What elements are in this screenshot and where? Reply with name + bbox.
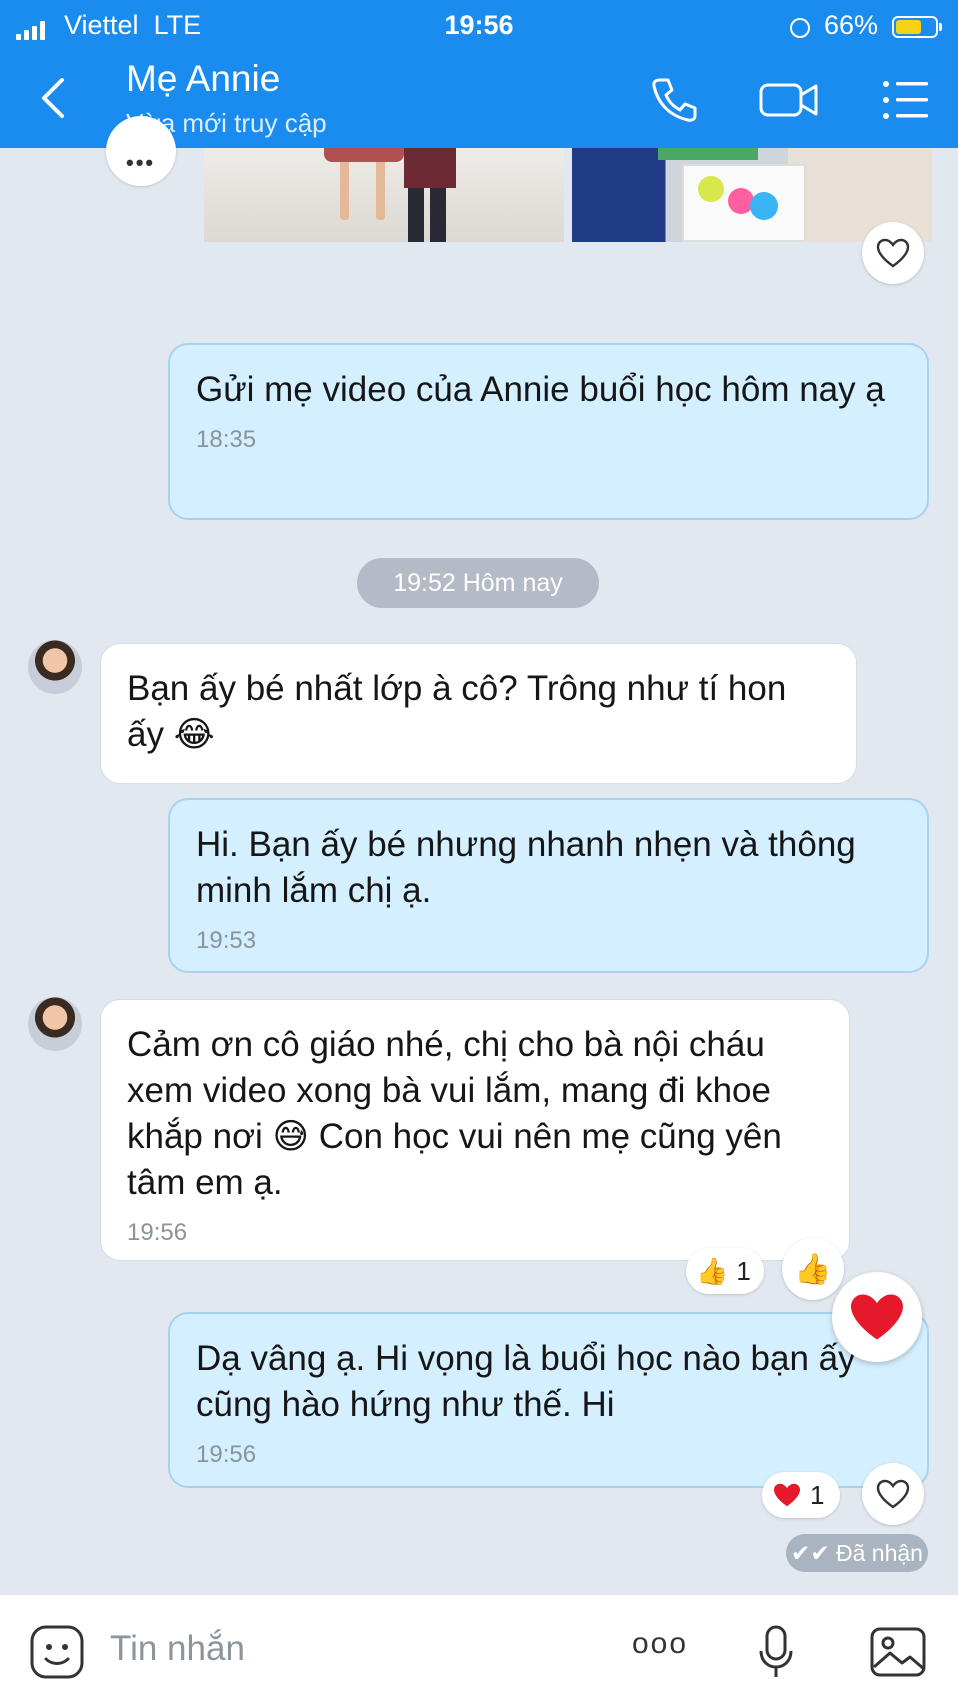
video-call-icon[interactable] [758,74,820,126]
heart-reaction-icon [832,1272,922,1362]
message-time: 19:56 [196,1441,257,1468]
heart-outline-icon [876,1479,910,1509]
reaction-count-value: 1 [810,1479,825,1510]
reaction-count[interactable]: 👍 1 [686,1248,764,1294]
date-separator: 19:52 Hôm nay [357,558,599,608]
photo-thumbnail[interactable] [204,148,564,242]
status-bar: Viettel LTE 19:56 66% [0,6,958,46]
image-icon[interactable] [868,1623,928,1681]
thumbs-up-icon: 👍 [794,1252,832,1286]
double-check-icon: ✔✔ [791,1540,830,1566]
microphone-icon[interactable] [756,1623,796,1683]
incoming-message[interactable]: Bạn ấy bé nhất lớp à cô? Trông như tí ho… [100,643,857,784]
message-input[interactable]: Tin nhắn [110,1629,245,1669]
back-icon[interactable] [32,76,76,120]
thumbs-up-icon: 👍 [696,1255,729,1286]
react-like-button[interactable]: 👍 [782,1238,844,1300]
message-time: 19:56 [127,1219,188,1246]
contact-name[interactable]: Mẹ Annie [126,58,280,100]
reaction-count[interactable]: 1 [762,1472,840,1518]
delivery-status-label: Đã nhận [835,1540,923,1566]
outgoing-message[interactable]: Dạ vâng ạ. Hi vọng là buổi học nào bạn ấ… [168,1312,929,1488]
outgoing-message[interactable]: Gửi mẹ video của Annie buổi học hôm nay … [168,343,929,520]
heart-icon [851,1294,903,1340]
message-time: 18:35 [196,426,257,453]
message-text: Hi. Bạn ấy bé nhưng nhanh nhẹn và thông … [196,825,856,910]
message-input-bar: Tin nhắn ooo [0,1594,958,1705]
battery-icon [892,16,942,38]
battery-fill [896,20,922,34]
react-heart-button[interactable] [862,222,924,284]
reaction-count-value: 1 [736,1255,751,1286]
message-text: Bạn ấy bé nhất lớp à cô? Trông như tí ho… [127,669,787,754]
outgoing-message[interactable]: Hi. Bạn ấy bé nhưng nhanh nhẹn và thông … [168,798,929,973]
delivery-status: ✔✔ Đã nhận [786,1534,928,1572]
heart-icon [774,1483,800,1507]
battery-percent: 66% [823,10,878,40]
message-text: Dạ vâng ạ. Hi vọng là buổi học nào bạn ấ… [196,1339,856,1424]
react-heart-button[interactable] [862,1463,924,1525]
heart-outline-icon [876,238,910,268]
more-icon[interactable]: ooo [632,1627,688,1661]
more-options-button[interactable]: ••• [106,116,176,186]
orientation-lock-icon [790,18,810,38]
more-dots-icon: ••• [126,150,156,175]
phone-icon[interactable] [648,74,700,126]
photo-grid[interactable] [204,148,932,242]
sticker-icon[interactable] [28,1623,86,1681]
message-time: 19:53 [196,927,257,954]
status-time: 19:56 [444,10,514,40]
avatar[interactable] [28,640,82,694]
avatar[interactable] [28,997,82,1051]
message-text: Gửi mẹ video của Annie buổi học hôm nay … [196,370,885,409]
incoming-message[interactable]: Cảm ơn cô giáo nhé, chị cho bà nội cháu … [100,999,850,1261]
message-text: Cảm ơn cô giáo nhé, chị cho bà nội cháu … [127,1025,782,1202]
menu-list-icon[interactable] [880,74,932,126]
